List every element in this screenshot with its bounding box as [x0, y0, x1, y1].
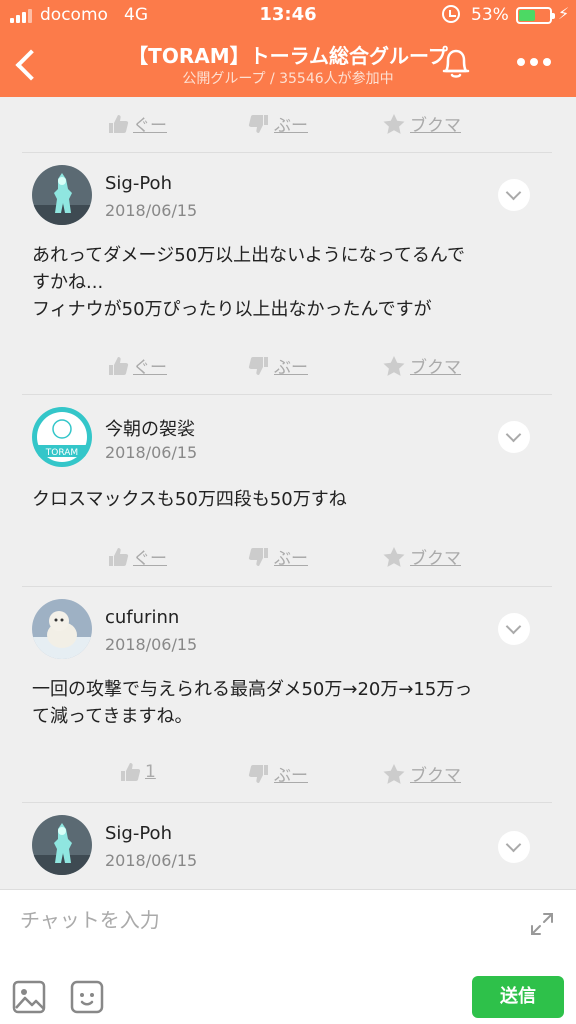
reaction-bar: ぐー ぶー ブクマ [0, 536, 576, 576]
star-icon [383, 546, 405, 567]
bookmark-button[interactable]: ブクマ [382, 353, 461, 378]
bookmark-button[interactable]: ブクマ [382, 544, 461, 569]
bookmark-button[interactable]: ブクマ [382, 111, 461, 136]
expand-icon[interactable] [528, 910, 556, 938]
good-button[interactable]: ぐー [107, 353, 167, 378]
post-date: 2018/06/15 [105, 635, 198, 654]
sticker-icon[interactable] [70, 980, 104, 1014]
bad-button[interactable]: ぶー [248, 544, 308, 569]
chevron-down-icon[interactable] [498, 179, 530, 211]
star-icon [383, 763, 405, 784]
bad-button[interactable]: ぶー [248, 761, 308, 786]
post-date: 2018/06/15 [105, 851, 198, 870]
comment: cufurinn 2018/06/15 一回の攻撃で与えられる最高ダメ50万→2… [0, 587, 576, 802]
good-button[interactable]: ぐー [107, 544, 167, 569]
username[interactable]: 今朝の袈裟 [105, 415, 195, 441]
comment-text: あれってダメージ50万以上出ないようになってるんで すかね... フィナウが50… [32, 245, 465, 320]
orientation-lock-icon [442, 5, 460, 23]
thumbs-down-icon [248, 547, 268, 566]
bookmark-button[interactable]: ブクマ [382, 761, 461, 786]
more-icon[interactable] [514, 54, 554, 70]
chat-input[interactable]: チャットを入力 [20, 904, 160, 933]
username[interactable]: Sig-Poh [105, 173, 172, 194]
comment-text: クロスマックスも50万四段も50万すね [32, 489, 347, 510]
group-subtitle: 公開グループ / 35546人が参加中 [182, 71, 394, 87]
comment: Sig-Poh 2018/06/15 あれってダメージ50万以上出ないようになっ… [0, 153, 576, 393]
star-icon [383, 355, 405, 376]
bad-button[interactable]: ぶー [248, 111, 308, 136]
comment: TORAM 今朝の袈裟 2018/06/15 クロスマックスも50万四段も50万… [0, 395, 576, 585]
comment-text: 一回の攻撃で与えられる最高ダメ50万→20万→15万っ て減ってきますね。 [32, 679, 473, 727]
thumbs-up-icon [109, 356, 129, 375]
charging-icon: ⚡ [558, 4, 570, 23]
image-icon[interactable] [12, 980, 46, 1014]
svg-text:TORAM: TORAM [45, 448, 78, 458]
avatar[interactable] [32, 815, 92, 875]
reaction-bar: ぐー ぶー ブクマ [0, 345, 576, 385]
star-icon [383, 113, 405, 134]
chevron-down-icon[interactable] [498, 831, 530, 863]
post-date: 2018/06/15 [105, 443, 198, 462]
good-button[interactable]: ぐー [107, 111, 167, 136]
battery-icon [516, 7, 555, 24]
battery-percent: 53% [471, 5, 509, 25]
comment: Sig-Poh 2018/06/15 [0, 803, 576, 889]
avatar[interactable] [32, 599, 92, 659]
header: 【TORAM】トーラム総合グループ 公開グループ / 35546人が参加中 [0, 32, 576, 97]
username[interactable]: Sig-Poh [105, 823, 172, 844]
avatar[interactable] [32, 165, 92, 225]
send-button[interactable]: 送信 [472, 976, 564, 1018]
avatar[interactable]: TORAM [32, 407, 92, 467]
group-title: 【TORAM】トーラム総合グループ [128, 44, 448, 68]
bad-button[interactable]: ぶー [248, 353, 308, 378]
thumbs-up-icon [121, 763, 141, 781]
reaction-bar: 1 ぶー ブクマ [0, 753, 576, 793]
thumbs-down-icon [248, 356, 268, 375]
username[interactable]: cufurinn [105, 607, 179, 628]
good-button[interactable]: 1 [119, 761, 156, 783]
thumbs-down-icon [248, 764, 268, 783]
chevron-down-icon[interactable] [498, 613, 530, 645]
battery-level [519, 10, 535, 21]
top-bar: docomo 4G 13:46 53% ⚡ 【TORAM】トーラム総合グループ … [0, 0, 576, 97]
chat-composer: チャットを入力 送信 [0, 889, 576, 1024]
thumbs-down-icon [248, 114, 268, 133]
chevron-down-icon[interactable] [498, 421, 530, 453]
reaction-bar: ぐー ぶー ブクマ [0, 103, 576, 143]
status-bar: docomo 4G 13:46 53% ⚡ [0, 0, 576, 32]
bell-icon[interactable] [440, 46, 472, 80]
thumbs-up-icon [109, 114, 129, 133]
thumbs-up-icon [109, 547, 129, 566]
post-date: 2018/06/15 [105, 201, 198, 220]
